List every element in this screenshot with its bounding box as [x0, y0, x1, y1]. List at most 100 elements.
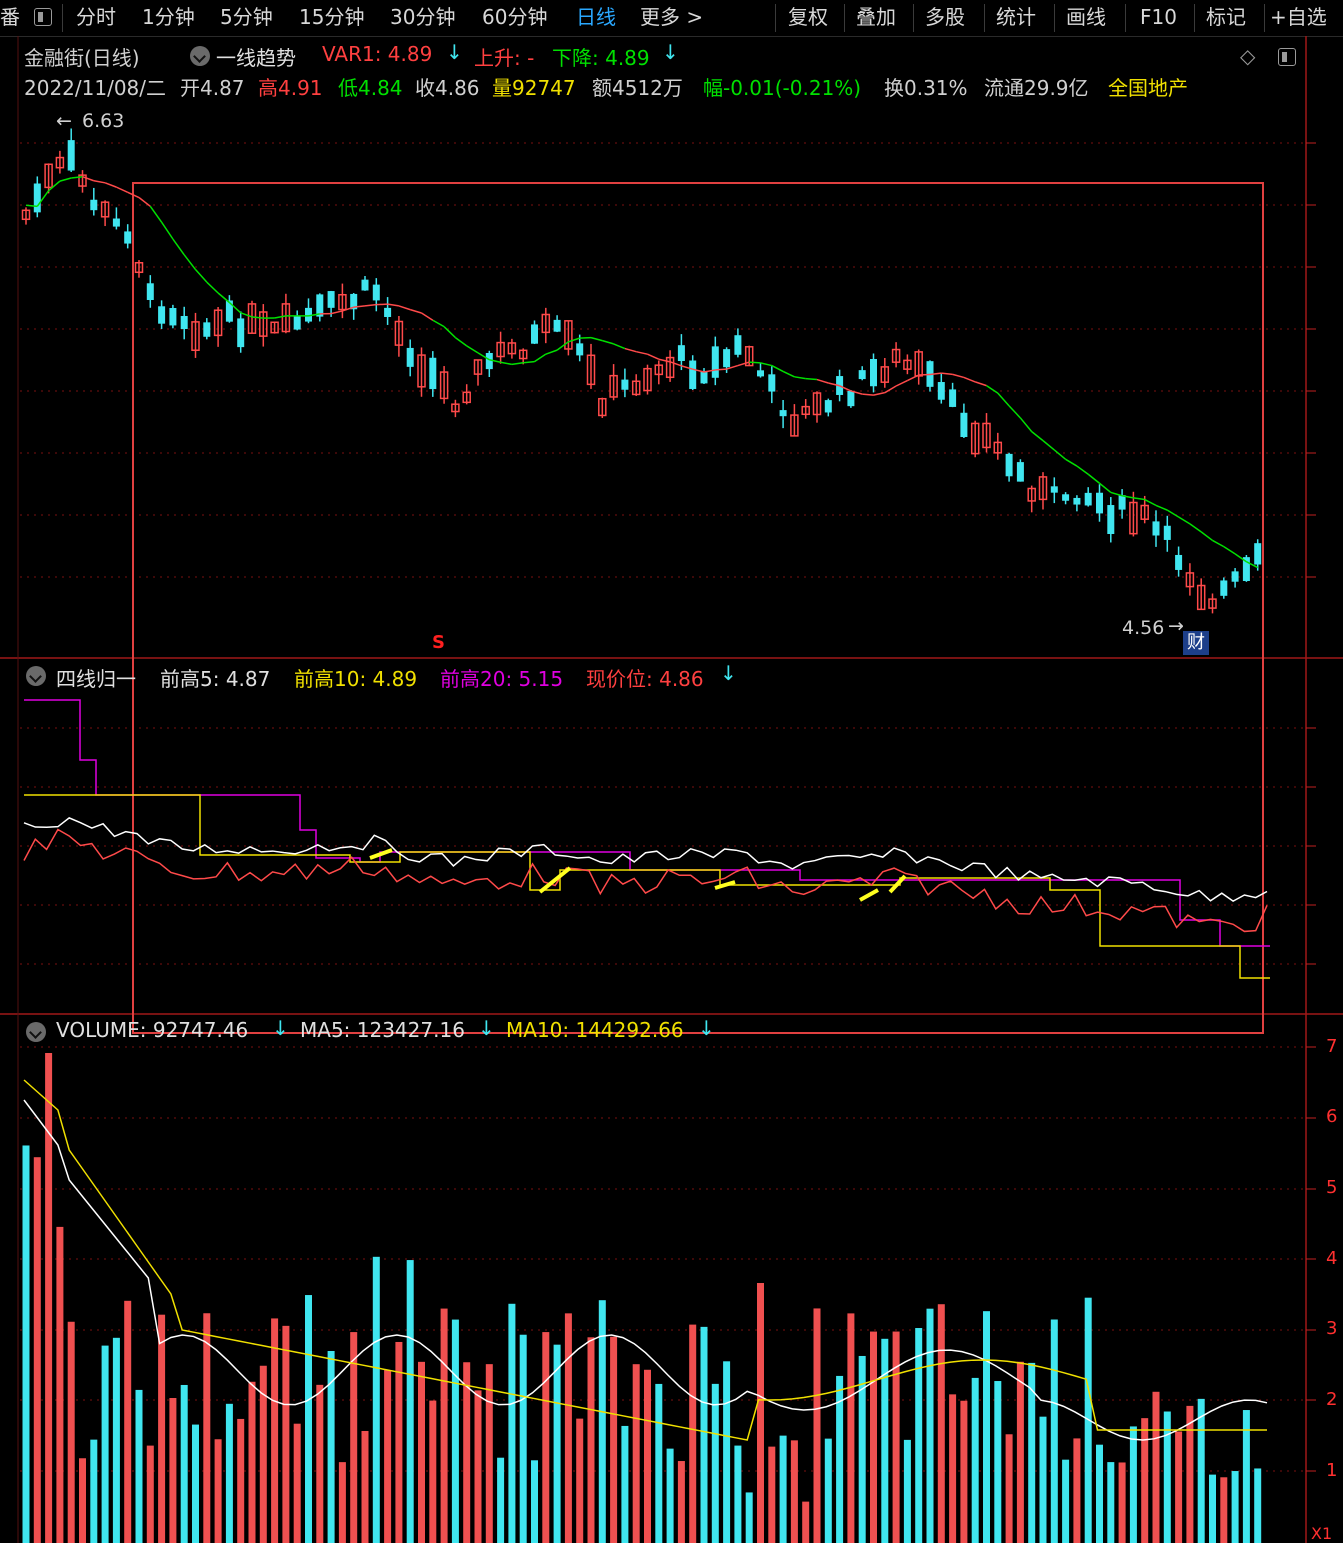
ma5-value: MA5: 123427.16 — [300, 1018, 465, 1042]
candle-down — [723, 349, 731, 368]
candle-down — [146, 283, 154, 301]
candle-down — [429, 357, 437, 390]
ma-segment — [25, 204, 38, 208]
volume-bar-up — [1220, 1477, 1228, 1543]
vol-axis-label: 4 — [1326, 1248, 1338, 1269]
arrow-down-icon: ↓ — [662, 40, 679, 64]
ma10-value: MA10: 144292.66 — [506, 1018, 684, 1042]
volume-bar-down — [1231, 1471, 1239, 1543]
indicator-dropdown-icon[interactable] — [26, 666, 46, 686]
volume-bar-down — [915, 1328, 923, 1543]
volume-bar-down — [406, 1260, 414, 1543]
volume-bar-down — [1254, 1468, 1262, 1543]
sell-signal-marker: S — [432, 632, 445, 653]
ma-segment — [1200, 531, 1213, 542]
volume-bar-up — [56, 1226, 64, 1543]
candle-down — [757, 370, 764, 377]
ma-segment — [952, 373, 965, 379]
ma-segment — [816, 378, 829, 384]
bar-high: 高4.91 — [258, 76, 323, 100]
panel-toggle-icon[interactable] — [1278, 48, 1296, 66]
candle-down — [1152, 521, 1160, 536]
volume-bar-up — [610, 1336, 618, 1543]
vol-axis-label: 1 — [1326, 1460, 1338, 1481]
volume-bar-up — [338, 1462, 346, 1543]
volume-bar-up — [1016, 1361, 1024, 1543]
candle-down — [237, 318, 245, 348]
volume-bar-up — [33, 1157, 41, 1543]
volume-bar-up — [870, 1331, 877, 1543]
indicator-dropdown-icon[interactable] — [26, 1022, 46, 1042]
candle-down — [937, 382, 945, 400]
volume-bar-down — [22, 1145, 30, 1543]
candle-down — [711, 346, 719, 378]
volume-bar-up — [632, 1364, 640, 1543]
ma-segment — [194, 269, 208, 283]
volume-bar-up — [361, 1430, 369, 1543]
ma-segment — [48, 180, 61, 192]
ma-segment — [963, 376, 976, 383]
volume-value: VOLUME: 92747.46 — [56, 1018, 249, 1042]
high-marker-arrow: ← — [56, 110, 72, 132]
ma-segment — [1053, 449, 1067, 460]
pre-high5-line — [23, 817, 1268, 903]
volume-bar-down — [180, 1384, 188, 1543]
volume-bar-down — [1050, 1319, 1058, 1543]
volume-bar-down — [621, 1425, 629, 1543]
bar-amount: 额4512万 — [592, 76, 683, 100]
arrow-down-icon: ↓ — [272, 1016, 289, 1040]
candle-down — [576, 343, 584, 356]
diamond-icon[interactable]: ◇ — [1240, 44, 1255, 68]
ma-segment — [104, 182, 117, 188]
finance-badge[interactable]: 财 — [1183, 631, 1209, 655]
ma-segment — [160, 221, 174, 240]
ma-segment — [1155, 504, 1168, 511]
candle-down — [531, 324, 538, 344]
ma-segment — [782, 370, 795, 378]
ma-segment — [466, 345, 479, 354]
candle-down — [768, 374, 776, 392]
volume-bar-up — [1186, 1405, 1194, 1543]
ma-segment — [387, 303, 400, 307]
ma-segment — [217, 292, 230, 304]
candle-down — [1073, 497, 1081, 505]
volume-bar-up — [67, 1321, 75, 1543]
candle-down — [180, 315, 188, 330]
ma-segment — [918, 373, 931, 376]
ma-segment — [454, 336, 468, 347]
ma-segment — [602, 339, 614, 345]
grid-lines — [0, 36, 1343, 1543]
volume-bar-down — [1062, 1459, 1070, 1543]
ma-segment — [251, 316, 264, 319]
mid-indicator-name[interactable]: 四线归一 — [56, 663, 136, 692]
ma-segment — [862, 393, 874, 396]
ma-segment — [794, 376, 806, 380]
volume-bar-down — [745, 1492, 753, 1543]
indicator-dropdown-icon[interactable] — [190, 46, 210, 66]
candle-down — [1107, 505, 1115, 534]
candle-down — [225, 300, 233, 322]
kline-chart[interactable] — [0, 0, 1343, 1543]
pre-high5-value: 前高5: 4.87 — [160, 667, 271, 691]
convergence-highlight — [369, 848, 393, 860]
candle-down — [169, 308, 177, 326]
candle-down — [90, 199, 98, 211]
volume-bar-up — [293, 1423, 301, 1543]
ma-segment — [873, 391, 885, 396]
indicator-name[interactable]: 一线趋势 — [216, 42, 296, 71]
ma-segment — [986, 384, 999, 394]
volume-bar-up — [757, 1283, 764, 1543]
high-price-marker: 6.63 — [82, 110, 125, 132]
bar-change: 幅-0.01(-0.21%) — [703, 76, 862, 100]
ma-segment — [1223, 546, 1236, 555]
candle-down — [553, 319, 561, 332]
candle-down — [327, 291, 335, 308]
four-lines — [23, 699, 1270, 979]
ma-segment — [1110, 491, 1123, 497]
ma-segment — [71, 175, 83, 179]
vol-axis-label: 3 — [1326, 1318, 1338, 1339]
volume-bar-up — [418, 1361, 425, 1543]
ma-segment — [172, 238, 185, 256]
sector-link[interactable]: 全国地产 — [1108, 72, 1188, 101]
volume-bar-down — [90, 1439, 98, 1543]
